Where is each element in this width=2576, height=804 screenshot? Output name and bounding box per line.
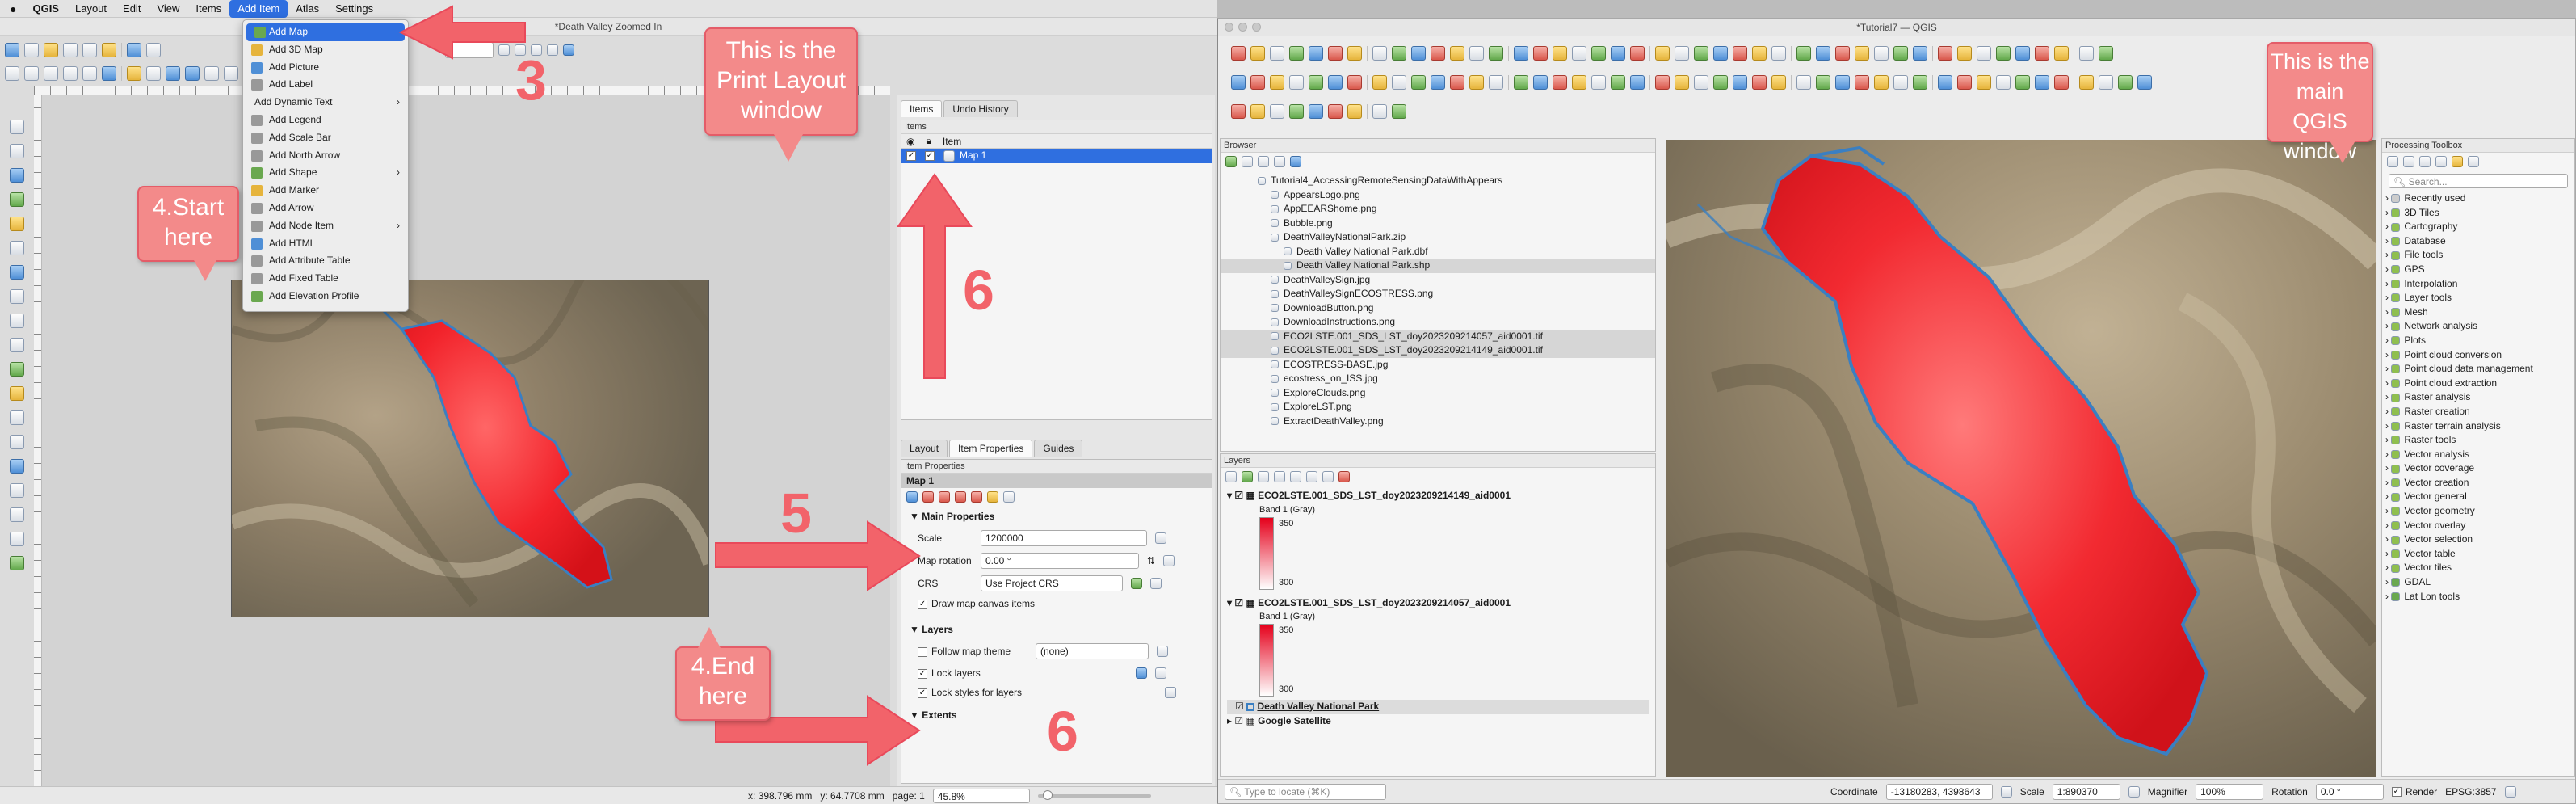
annotation-number-3: 3 [515,48,547,112]
callout-end-here: 4.End here [675,646,771,721]
annotation-number-5: 5 [780,482,812,545]
callout-start-here: 4.Start here [137,186,239,262]
callout-main-qgis-tail [2330,141,2355,163]
annotation-number-6-bottom: 6 [1047,700,1078,763]
callout-start-tail [194,260,216,281]
annotation-number-6-top: 6 [963,259,994,322]
annotation-layer [398,5,973,766]
callout-main-qgis: This is the main QGIS window [2267,42,2373,163]
callout-print-layout: This is the Print Layout window [704,27,858,136]
callout-print-layout-tail [774,134,803,162]
arrow-3 [398,5,526,60]
callout-end-tail [698,627,721,648]
arrow-6-up [897,173,973,379]
arrow-5 [715,520,921,591]
